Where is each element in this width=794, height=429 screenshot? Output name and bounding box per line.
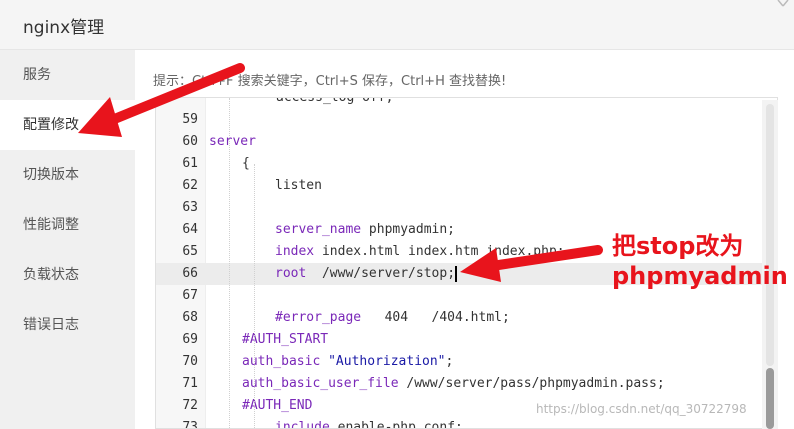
red-arrow-icon (78, 63, 245, 137)
watermark: https://blog.csdn.net/qq_30722798 (536, 402, 747, 416)
red-arrow-icon (460, 245, 603, 282)
annotation-arrows (78, 63, 603, 282)
